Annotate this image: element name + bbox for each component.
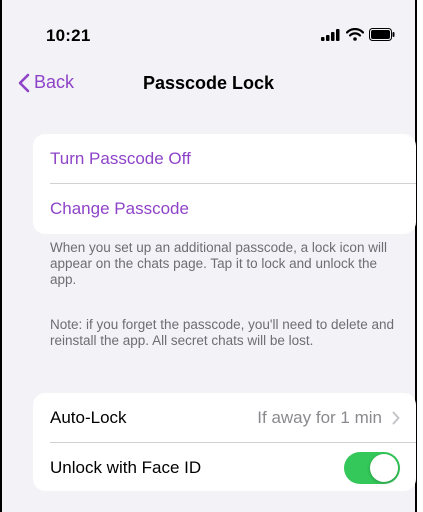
chevron-right-icon — [392, 411, 400, 425]
wifi-icon — [346, 28, 364, 41]
navigation-bar: Back Passcode Lock — [2, 64, 415, 104]
auto-lock-row[interactable]: Auto-Lock If away for 1 min — [33, 393, 416, 443]
screen: 10:21 Back Passcode Lock Turn Passcode O… — [0, 0, 417, 512]
auto-lock-label: Auto-Lock — [50, 408, 127, 427]
auto-lock-value-container: If away for 1 min — [257, 393, 400, 443]
status-bar: 10:21 — [2, 0, 415, 60]
signal-icon — [321, 28, 340, 41]
status-time: 10:21 — [46, 26, 91, 45]
auto-lock-value: If away for 1 min — [257, 408, 382, 427]
face-id-row: Unlock with Face ID — [33, 443, 416, 491]
turn-passcode-off-button[interactable]: Turn Passcode Off — [33, 134, 416, 184]
passcode-warning-text: Note: if you forget the passcode, you'll… — [50, 317, 395, 348]
page-title: Passcode Lock — [142, 73, 275, 93]
battery-icon — [369, 28, 395, 41]
face-id-toggle[interactable] — [344, 452, 400, 484]
passcode-info-text: When you set up an additional passcode, … — [50, 240, 387, 287]
status-icons — [321, 28, 395, 41]
turn-passcode-off-label: Turn Passcode Off — [50, 149, 191, 168]
lock-settings-group: Auto-Lock If away for 1 min Unlock with … — [33, 393, 416, 491]
change-passcode-button[interactable]: Change Passcode — [33, 184, 416, 234]
passcode-options-group: Turn Passcode Off Change Passcode — [33, 134, 416, 234]
toggle-knob — [370, 454, 398, 482]
change-passcode-label: Change Passcode — [50, 199, 189, 218]
face-id-label: Unlock with Face ID — [50, 458, 202, 477]
